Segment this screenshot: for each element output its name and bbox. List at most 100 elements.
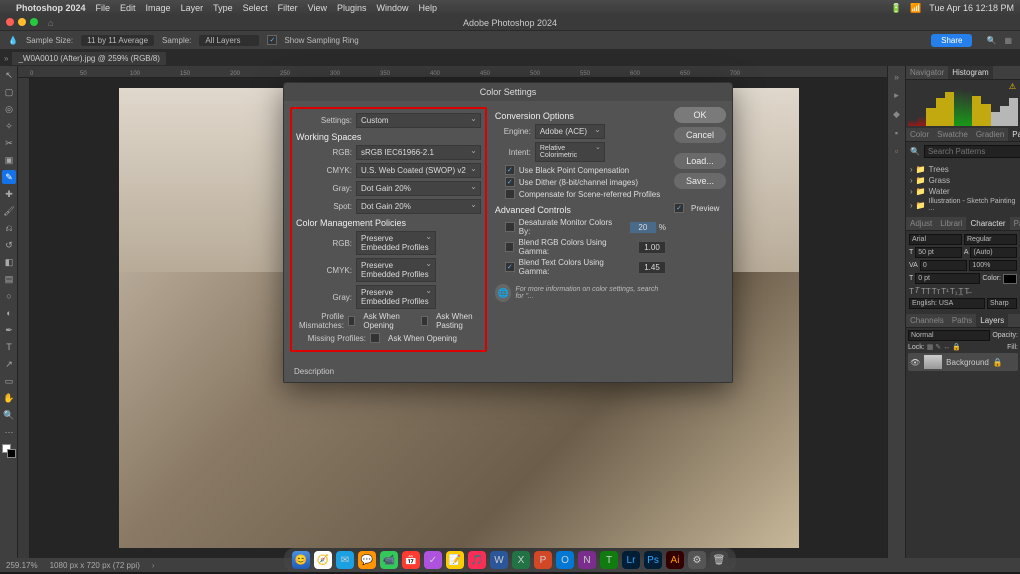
baseline-input[interactable]: 0 pt [915,273,980,284]
excel-icon[interactable]: X [512,551,530,569]
desat-input[interactable] [629,221,657,234]
gray-select[interactable]: Dot Gain 20% [356,181,481,196]
mail-icon[interactable]: ✉ [336,551,354,569]
load-button[interactable]: Load... [674,153,726,169]
folder-item[interactable]: ›📁Trees [908,164,1018,175]
strike-icon[interactable]: T̶ [964,287,969,296]
zoom-tool-icon[interactable]: 🔍 [2,408,16,422]
language-select[interactable]: English: USA [909,298,985,309]
dither-checkbox[interactable]: ✓ [505,177,515,187]
facetime-icon[interactable]: 📹 [380,551,398,569]
folder-item[interactable]: ›📁Grass [908,175,1018,186]
shape-tool-icon[interactable]: ▭ [2,374,16,388]
menu-view[interactable]: View [308,3,327,13]
lightroom-icon[interactable]: Lr [622,551,640,569]
subscript-icon[interactable]: T₁ [950,287,958,296]
tab-character[interactable]: Character [966,217,1009,230]
chevron-right-icon[interactable]: › [152,561,155,570]
menu-image[interactable]: Image [146,3,171,13]
font-size-input[interactable]: 50 pt [915,247,962,258]
home-icon[interactable]: ⌂ [48,18,53,28]
panel-icon[interactable]: ◆ [893,109,900,120]
scene-checkbox[interactable] [505,189,515,199]
bold-icon[interactable]: T [909,287,914,296]
lock-icons[interactable]: ▦ ✎ ↔ 🔒 [927,343,961,351]
pen-tool-icon[interactable]: ✒ [2,323,16,337]
engine-select[interactable]: Adobe (ACE) [535,124,605,139]
settings-select[interactable]: Custom [356,113,481,128]
notes-icon[interactable]: 📝 [446,551,464,569]
spot-select[interactable]: Dot Gain 20% [356,199,481,214]
traffic-max-icon[interactable] [30,18,38,26]
blend-text-checkbox[interactable]: ✓ [505,262,515,272]
history-tool-icon[interactable]: ↺ [2,238,16,252]
type-tool-icon[interactable]: T [2,340,16,354]
word-icon[interactable]: W [490,551,508,569]
eyedropper-icon[interactable]: 💧 [8,36,18,45]
tab-paragraph[interactable]: Paragr [1010,217,1020,230]
search-icon[interactable]: 🔍 [986,36,996,45]
safari-icon[interactable]: 🧭 [314,551,332,569]
dodge-tool-icon[interactable]: ◐ [2,306,16,320]
powerpoint-icon[interactable]: P [534,551,552,569]
messages-icon[interactable]: 💬 [358,551,376,569]
menu-type[interactable]: Type [213,3,233,13]
trash-icon[interactable]: 🗑 [710,551,728,569]
blend-rgb-checkbox[interactable] [505,242,515,252]
folder-item[interactable]: ›📁Water [908,186,1018,197]
kerning-input[interactable]: 0 [920,260,968,271]
tab-gradients[interactable]: Gradien [972,128,1008,141]
menu-help[interactable]: Help [419,3,438,13]
text-color-swatch[interactable] [1003,274,1017,284]
font-weight-select[interactable]: Regular [964,234,1017,245]
teams-icon[interactable]: T [600,551,618,569]
calendar-icon[interactable]: 📅 [402,551,420,569]
path-tool-icon[interactable]: ↗ [2,357,16,371]
menu-layer[interactable]: Layer [181,3,204,13]
menu-file[interactable]: File [96,3,111,13]
blend-rgb-input[interactable] [638,241,666,254]
tab-histogram[interactable]: Histogram [948,66,992,79]
gradient-tool-icon[interactable]: ▤ [2,272,16,286]
tab-libraries[interactable]: Librari [936,217,966,230]
wand-tool-icon[interactable]: ✧ [2,119,16,133]
superscript-icon[interactable]: T¹ [941,287,949,296]
font-family-select[interactable]: Arial [909,234,962,245]
hand-tool-icon[interactable]: ✋ [2,391,16,405]
underline-icon[interactable]: T̲ [958,287,963,296]
traffic-close-icon[interactable] [6,18,14,26]
marquee-tool-icon[interactable]: ▢ [2,85,16,99]
panel-icon[interactable]: ▸ [894,90,899,101]
blur-tool-icon[interactable]: ○ [2,289,16,303]
crop-tool-icon[interactable]: ✂ [2,136,16,150]
menu-filter[interactable]: Filter [278,3,298,13]
missing-ask-checkbox[interactable] [370,333,380,343]
tab-adjustments[interactable]: Adjust [906,217,936,230]
layer-row[interactable]: 👁 Background 🔒 [908,353,1018,371]
workspace-icon[interactable]: ▦ [1004,36,1012,45]
save-button[interactable]: Save... [674,173,726,189]
desat-checkbox[interactable] [505,222,515,232]
smallcaps-icon[interactable]: Tᴛ [932,287,941,296]
bpc-checkbox[interactable]: ✓ [505,165,515,175]
menu-select[interactable]: Select [243,3,268,13]
finder-icon[interactable]: 😊 [292,551,310,569]
music-icon[interactable]: 🎵 [468,551,486,569]
tab-layers[interactable]: Layers [976,314,1008,327]
visibility-icon[interactable]: 👁 [910,358,920,367]
menu-window[interactable]: Window [377,3,409,13]
italic-icon[interactable]: 𝑇 [915,286,920,296]
color-swatch[interactable] [2,444,16,458]
share-button[interactable]: Share [931,34,972,47]
zoom-level[interactable]: 259.17% [6,561,38,570]
tab-chevron-icon[interactable]: » [4,54,8,63]
tracking-input[interactable]: 100% [969,260,1017,271]
tab-navigator[interactable]: Navigator [906,66,948,79]
move-tool-icon[interactable]: ↖ [2,68,16,82]
settings-icon[interactable]: ⚙ [688,551,706,569]
brush-tool-icon[interactable]: 🖌 [2,204,16,218]
illustrator-icon[interactable]: Ai [666,551,684,569]
outlook-icon[interactable]: O [556,551,574,569]
warning-icon[interactable]: ⚠ [1009,82,1016,91]
blend-text-input[interactable] [638,261,666,274]
